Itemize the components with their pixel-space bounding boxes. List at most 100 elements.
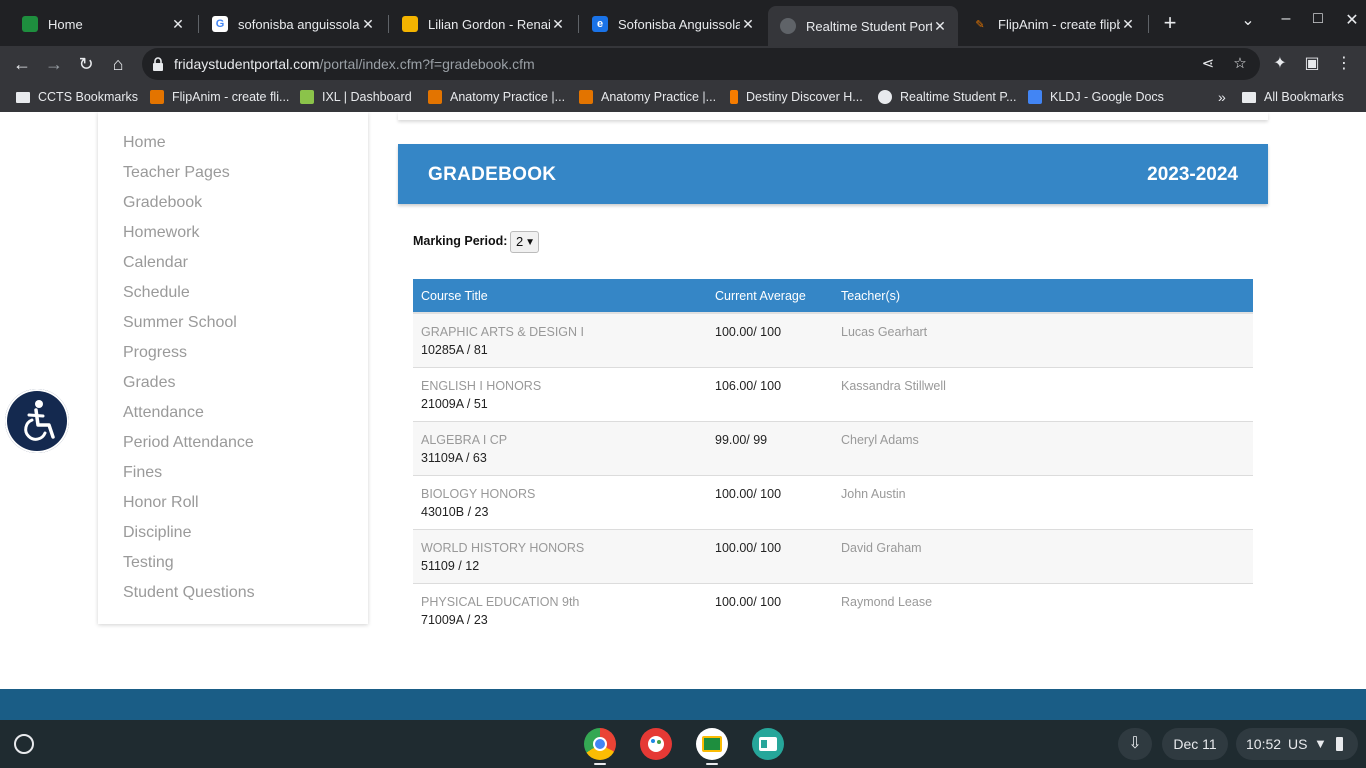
sidebar-item-calendar[interactable]: Calendar (123, 254, 188, 272)
maximize-icon[interactable]: □ (1306, 10, 1330, 28)
tab-realtime-student-portal[interactable]: Realtime Student Porta ✕ (768, 6, 958, 46)
reload-icon[interactable]: ↻ (72, 50, 100, 78)
tab-title: sofonisba anguissola (238, 16, 360, 32)
sidebar-item-teacher-pages[interactable]: Teacher Pages (123, 164, 230, 182)
accessibility-button[interactable] (5, 389, 69, 453)
bookmark-realtime[interactable]: Realtime Student P... (878, 88, 1017, 106)
sidebar-item-testing[interactable]: Testing (123, 554, 174, 572)
sidebar-item-home[interactable]: Home (123, 134, 166, 152)
table-row: ENGLISH I HONORS 21009A / 51 106.00/ 100… (413, 368, 1253, 422)
teacher-link[interactable]: Cheryl Adams (841, 433, 919, 447)
course-title-link[interactable]: GRAPHIC ARTS & DESIGN I (421, 325, 584, 339)
more-menu-icon[interactable]: ⋮ (1332, 52, 1356, 76)
tab-separator (388, 15, 389, 33)
sidebar-item-fines[interactable]: Fines (123, 464, 162, 482)
course-title-link[interactable]: ENGLISH I HONORS (421, 379, 541, 393)
minimize-icon[interactable]: – (1274, 10, 1298, 28)
date-indicator[interactable]: Dec 11 (1162, 728, 1228, 760)
flipanim-icon (428, 90, 442, 104)
side-panel-icon[interactable]: ▣ (1300, 52, 1324, 76)
bookmark-label: Destiny Discover H... (746, 90, 863, 104)
bookmark-destiny[interactable]: Destiny Discover H... (730, 88, 863, 106)
bookmark-label: IXL | Dashboard (322, 90, 412, 104)
course-code: 31109A / 63 (421, 451, 487, 465)
lock-icon (153, 57, 163, 71)
news-icon[interactable] (752, 728, 784, 760)
extensions-puzzle-icon[interactable]: ✦ (1268, 52, 1292, 76)
tab-sofonisba-search[interactable]: G sofonisba anguissola ✕ (200, 8, 386, 40)
holding-space-icon[interactable]: ⇩ (1118, 728, 1152, 760)
sidebar-item-grades[interactable]: Grades (123, 374, 175, 392)
tab-sofonisba-edpuzzle[interactable]: e Sofonisba Anguissola ✕ (580, 8, 766, 40)
course-title-link[interactable]: ALGEBRA I CP (421, 433, 507, 447)
tab-title: Lilian Gordon - Renaiss (428, 16, 550, 32)
bookmark-kldj-docs[interactable]: KLDJ - Google Docs (1028, 88, 1164, 106)
sidebar-item-attendance[interactable]: Attendance (123, 404, 204, 422)
share-icon[interactable]: ⋖ (1198, 54, 1218, 74)
url-text: fridaystudentportal.com/portal/index.cfm… (174, 56, 535, 72)
course-code: 71009A / 23 (421, 613, 488, 627)
sidebar-item-summer-school[interactable]: Summer School (123, 314, 237, 332)
bookmark-anatomy-2[interactable]: Anatomy Practice |... (579, 88, 716, 106)
course-title-link[interactable]: WORLD HISTORY HONORS (421, 541, 584, 555)
close-icon[interactable]: ✕ (170, 16, 186, 33)
tab-separator (198, 15, 199, 33)
google-icon: G (212, 16, 228, 32)
teacher-link[interactable]: Raymond Lease (841, 595, 932, 609)
canvas-paint-icon[interactable] (640, 728, 672, 760)
bookmark-anatomy-1[interactable]: Anatomy Practice |... (428, 88, 565, 106)
bookmark-label: Anatomy Practice |... (601, 90, 717, 104)
more-bookmarks-chevron-icon[interactable]: » (1218, 88, 1226, 106)
marking-period-select[interactable]: 2 ▼ (510, 231, 539, 253)
sidebar-item-homework[interactable]: Homework (123, 224, 199, 242)
running-indicator (594, 763, 606, 765)
close-icon[interactable]: ✕ (550, 16, 566, 33)
table-row: GRAPHIC ARTS & DESIGN I 10285A / 81 100.… (413, 314, 1253, 368)
forward-arrow-icon[interactable]: → (40, 50, 68, 78)
sidebar-item-honor-roll[interactable]: Honor Roll (123, 494, 199, 512)
course-title-link[interactable]: BIOLOGY HONORS (421, 487, 535, 501)
tab-separator (578, 15, 579, 33)
new-tab-button[interactable]: + (1158, 11, 1182, 35)
bookmark-star-icon[interactable]: ☆ (1230, 54, 1250, 74)
close-icon[interactable]: ✕ (740, 16, 756, 33)
course-code: 10285A / 81 (421, 343, 488, 357)
bookmark-ixl[interactable]: IXL | Dashboard (300, 88, 412, 106)
status-area[interactable]: 10:52 US ▼ (1236, 728, 1358, 760)
chrome-icon[interactable] (584, 728, 616, 760)
sidebar-item-gradebook[interactable]: Gradebook (123, 194, 202, 212)
home-icon[interactable]: ⌂ (104, 50, 132, 78)
tab-search-chevron-down-icon[interactable]: ⌄ (1236, 10, 1260, 30)
close-icon[interactable]: ✕ (360, 16, 376, 33)
current-average: 99.00/ 99 (715, 433, 768, 447)
teacher-link[interactable]: David Graham (841, 541, 922, 555)
sidebar-item-discipline[interactable]: Discipline (123, 524, 191, 542)
teacher-link[interactable]: John Austin (841, 487, 906, 501)
bookmark-ccts[interactable]: CCTS Bookmarks (16, 88, 138, 106)
sidebar-item-student-questions[interactable]: Student Questions (123, 584, 255, 602)
sidebar-item-period-attendance[interactable]: Period Attendance (123, 434, 254, 452)
tab-flipanim[interactable]: ✎ FlipAnim - create flipb ✕ (960, 8, 1146, 40)
current-average: 100.00/ 100 (715, 595, 782, 609)
all-bookmarks-folder[interactable]: All Bookmarks (1242, 88, 1344, 106)
close-icon[interactable]: ✕ (1120, 16, 1136, 33)
sidebar-item-progress[interactable]: Progress (123, 344, 187, 362)
course-code: 43010B / 23 (421, 505, 489, 519)
address-bar[interactable]: fridaystudentportal.com/portal/index.cfm… (142, 48, 1260, 80)
tab-lilian-gordon[interactable]: Lilian Gordon - Renaiss ✕ (390, 8, 576, 40)
sidebar-item-schedule[interactable]: Schedule (123, 284, 190, 302)
tab-home[interactable]: Home ✕ (10, 8, 196, 40)
column-header-teachers: Teacher(s) (841, 289, 901, 303)
flipanim-icon (150, 90, 164, 104)
back-arrow-icon[interactable]: ← (8, 50, 36, 78)
bookmark-flipanim[interactable]: FlipAnim - create fli... (150, 88, 289, 106)
column-header-current-average: Current Average (715, 289, 806, 303)
launcher-icon[interactable] (14, 734, 34, 754)
close-window-icon[interactable]: ✕ (1340, 10, 1364, 30)
teacher-link[interactable]: Lucas Gearhart (841, 325, 927, 339)
close-icon[interactable]: ✕ (932, 18, 948, 35)
course-title-link[interactable]: PHYSICAL EDUCATION 9th (421, 595, 579, 609)
google-classroom-icon[interactable] (696, 728, 728, 760)
school-year: 2023-2024 (1147, 164, 1238, 185)
teacher-link[interactable]: Kassandra Stillwell (841, 379, 946, 393)
